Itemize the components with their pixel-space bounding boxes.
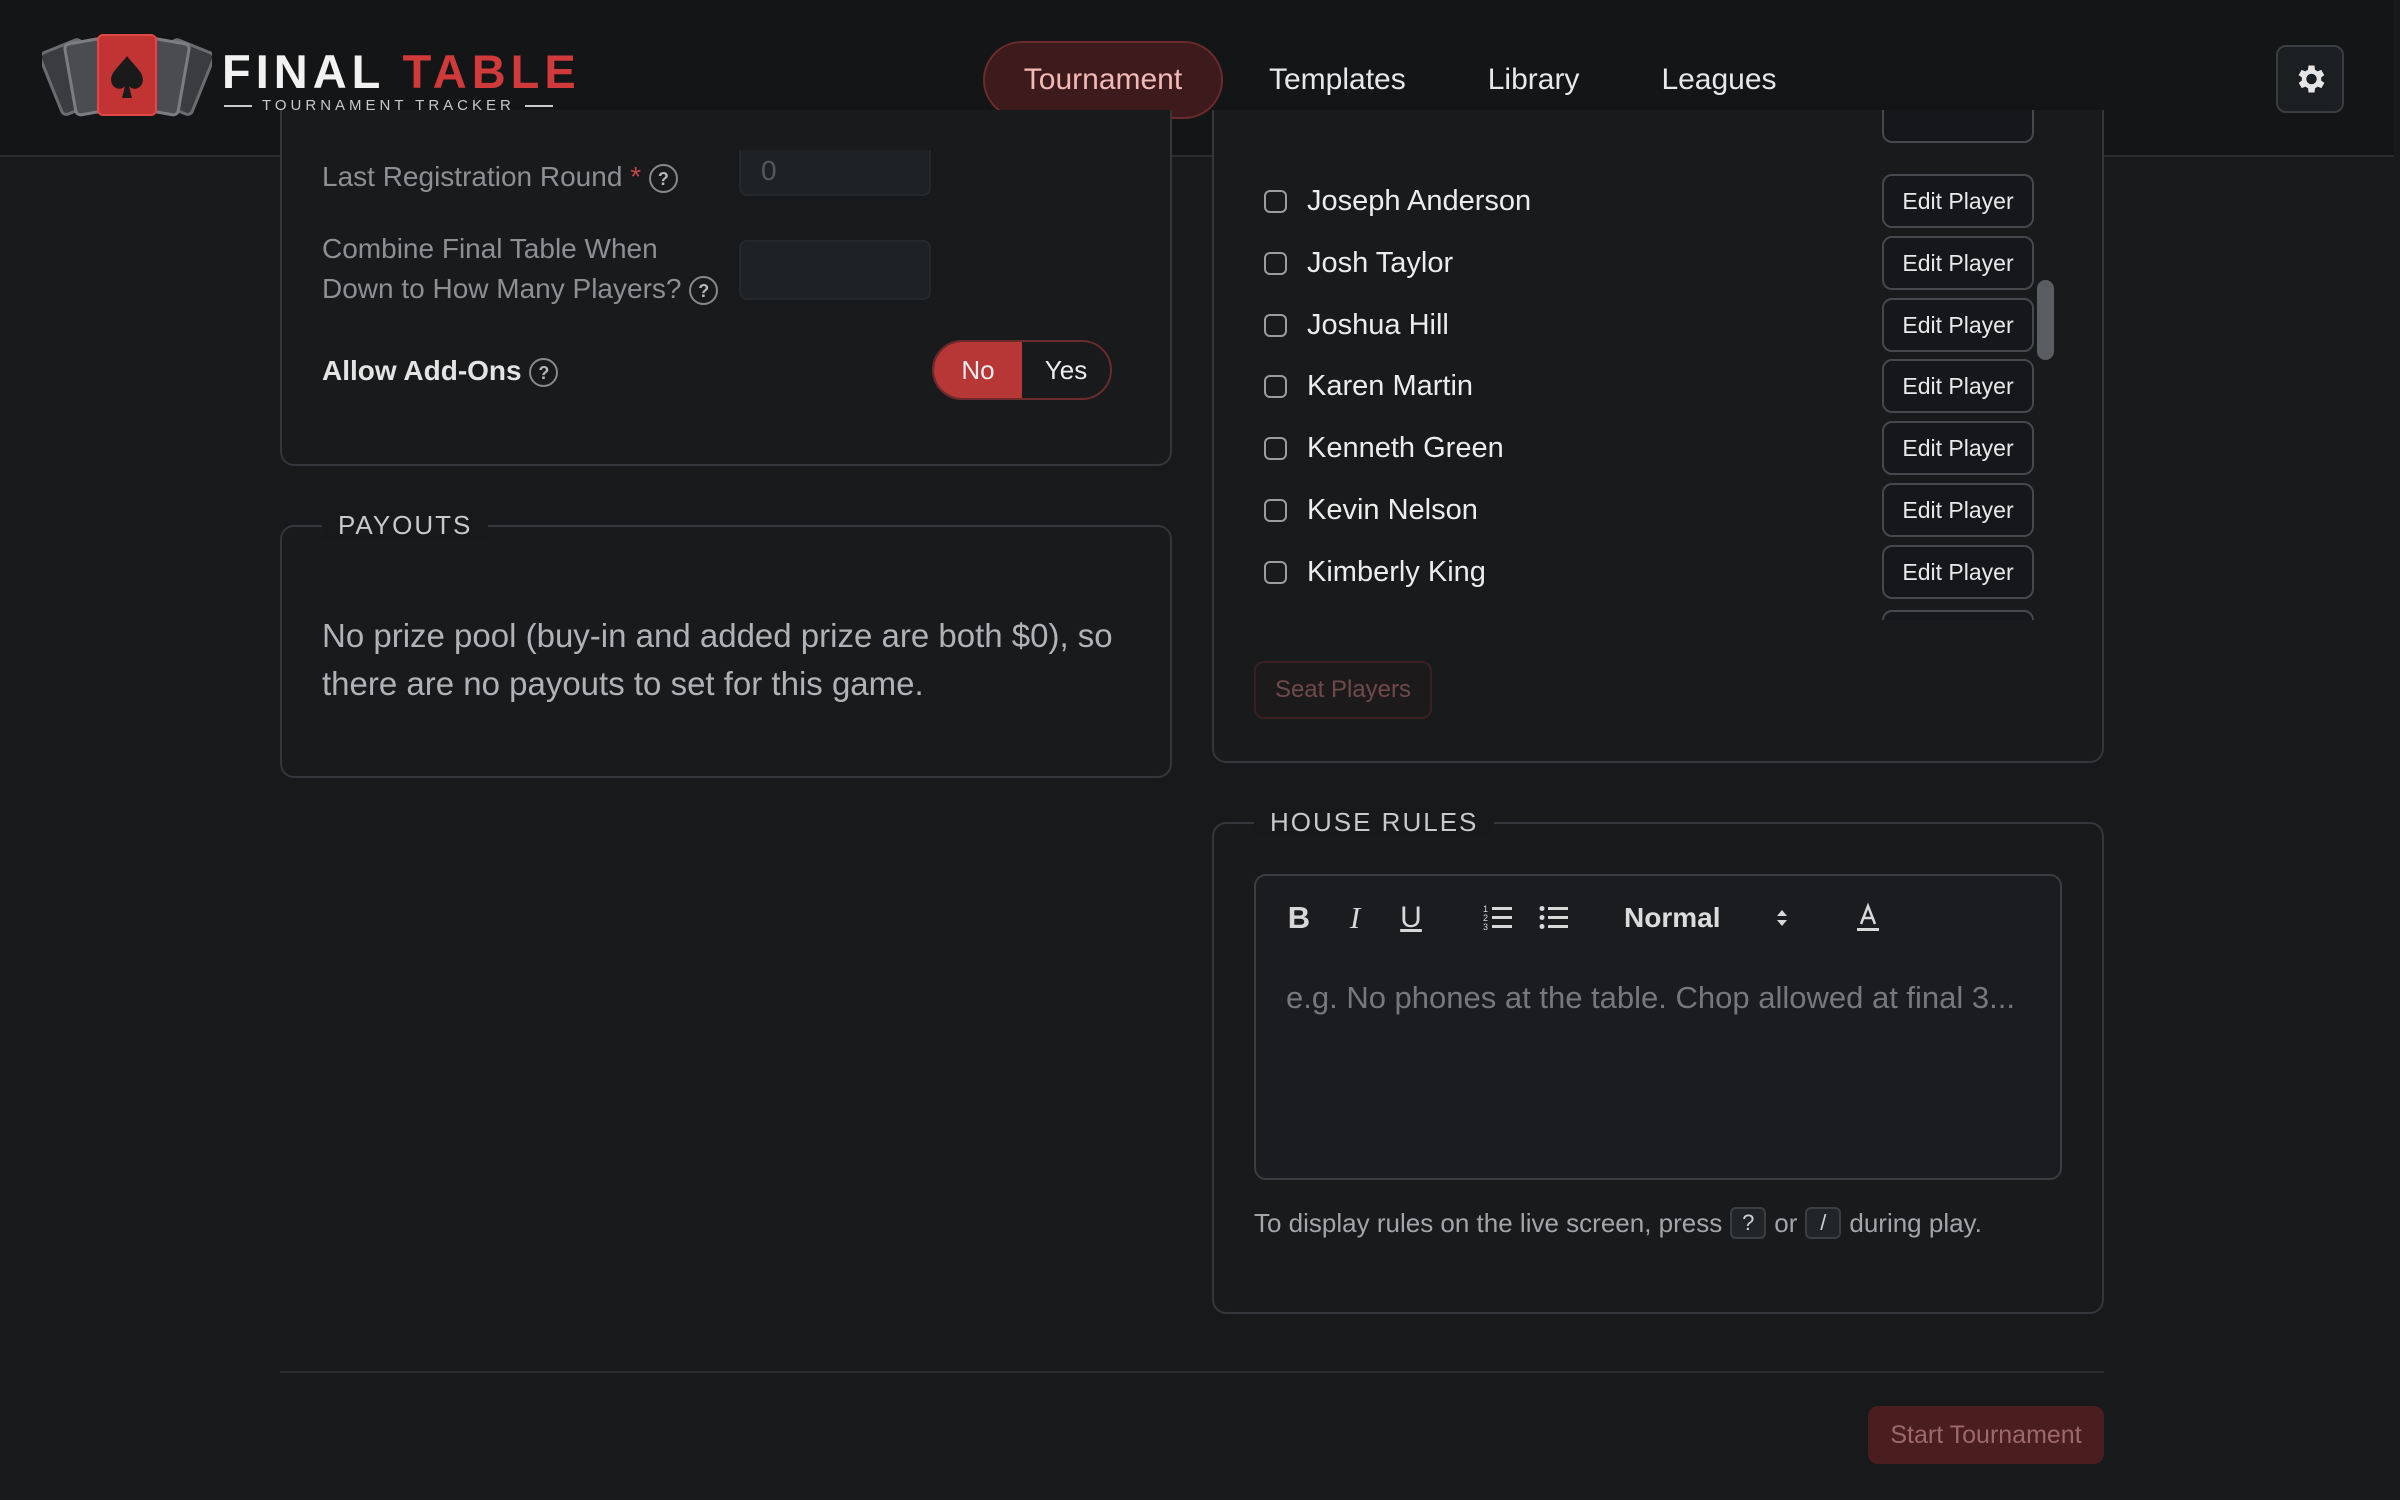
player-checkbox[interactable] — [1264, 498, 1287, 522]
edit-player-button[interactable]: Edit Player — [1882, 483, 2034, 537]
last-registration-label-text: Last Registration Round — [322, 161, 623, 192]
edit-player-button[interactable]: Edit Player — [1882, 359, 2034, 413]
combine-final-table-input[interactable] — [739, 240, 931, 300]
logo-subtitle-rule-left — [224, 104, 252, 107]
player-name: Joseph Anderson — [1307, 184, 1532, 217]
logo-title: FINAL TABLE — [222, 48, 581, 95]
bold-button[interactable]: B — [1284, 896, 1314, 940]
allow-addons-label-text: Allow Add-Ons — [322, 355, 522, 386]
required-marker: * — [630, 161, 642, 192]
payouts-panel: PAYOUTS No prize pool (buy-in and added … — [280, 510, 1172, 778]
player-checkbox[interactable] — [1264, 436, 1287, 460]
help-icon[interactable]: ? — [689, 276, 719, 306]
start-tournament-button[interactable]: Start Tournament — [1868, 1406, 2104, 1464]
footer-divider — [280, 1371, 2104, 1373]
logo-title-table: TABLE — [402, 45, 581, 98]
edit-player-button[interactable]: Edit Player — [1882, 174, 2034, 228]
player-name: Josh Taylor — [1307, 246, 1454, 279]
rules-hint-before: To display rules on the live screen, pre… — [1254, 1207, 1723, 1238]
player-list[interactable]: Joseph Anderson Edit Player Josh Taylor … — [1254, 110, 2034, 620]
payouts-message: No prize pool (buy-in and added prize ar… — [322, 617, 1113, 702]
settings-button[interactable] — [2276, 45, 2344, 113]
player-row[interactable]: Kenneth Green Edit Player — [1254, 417, 2034, 479]
player-row[interactable]: Karen Martin Edit Player — [1254, 355, 2034, 417]
addons-yes-option[interactable]: Yes — [1022, 342, 1110, 398]
player-name: Karen Martin — [1307, 369, 1474, 402]
rules-hint-or: or — [1774, 1207, 1798, 1238]
player-name: Kimberly King — [1307, 555, 1486, 588]
bullet-list-button[interactable] — [1536, 896, 1572, 940]
house-rules-legend: HOUSE RULES — [1254, 807, 1495, 838]
logo-title-final: FINAL — [222, 45, 385, 98]
allow-addons-label: Allow Add-Ons ? — [322, 351, 559, 391]
svg-text:3: 3 — [1483, 922, 1488, 932]
combine-final-table-label: Combine Final Table When Down to How Man… — [322, 229, 719, 309]
player-list-scroll-thumb[interactable] — [2037, 280, 2054, 360]
player-checkbox[interactable] — [1264, 189, 1287, 213]
main-nav: Tournament Templates Library Leagues — [983, 41, 1823, 119]
help-icon[interactable]: ? — [648, 164, 678, 194]
rules-hint-after: during play. — [1849, 1207, 1982, 1238]
house-rules-editor[interactable]: B I U 1 2 3 Normal e.g. No phones at the… — [1254, 874, 2062, 1180]
house-rules-placeholder: e.g. No phones at the table. Chop allowe… — [1286, 980, 2015, 1015]
italic-button[interactable]: I — [1340, 896, 1370, 940]
combine-label-line2-wrap: Down to How Many Players? ? — [322, 269, 719, 309]
house-rules-panel: HOUSE RULES B I U 1 2 3 Normal e.g. No p… — [1212, 807, 2104, 1314]
players-panel: Joseph Anderson Edit Player Josh Taylor … — [1212, 110, 2104, 763]
nav-tournament[interactable]: Tournament — [983, 41, 1223, 119]
combine-label-line2: Down to How Many Players? — [322, 273, 682, 304]
ordered-list-icon: 1 2 3 — [1483, 904, 1512, 932]
nav-templates[interactable]: Templates — [1233, 41, 1442, 119]
combine-label-line1: Combine Final Table When — [322, 233, 658, 264]
bullet-list-icon — [1539, 906, 1568, 929]
text-size-value: Normal — [1624, 902, 1721, 933]
addons-no-option[interactable]: No — [934, 342, 1022, 398]
player-row-partial-bottom — [1254, 606, 2034, 620]
player-name: Kevin Nelson — [1307, 493, 1478, 526]
player-row[interactable]: Josh Taylor Edit Player — [1254, 232, 2034, 294]
allow-addons-toggle[interactable]: No Yes — [932, 340, 1112, 400]
last-registration-label: Last Registration Round * ? — [322, 157, 678, 197]
kbd-slash: / — [1805, 1207, 1842, 1239]
edit-player-button[interactable]: Edit Player — [1882, 421, 2034, 475]
player-row[interactable]: Joseph Anderson Edit Player — [1254, 170, 2034, 232]
player-name: Kenneth Green — [1307, 431, 1504, 464]
edit-player-button[interactable]: Edit Player — [1882, 298, 2034, 352]
player-checkbox[interactable] — [1264, 374, 1287, 398]
payouts-legend: PAYOUTS — [322, 510, 489, 541]
rules-hint: To display rules on the live screen, pre… — [1254, 1207, 1982, 1239]
player-row[interactable]: Kevin Nelson Edit Player — [1254, 479, 2034, 541]
gear-icon — [2298, 65, 2325, 93]
text-size-select[interactable]: Normal — [1624, 896, 1804, 940]
player-row[interactable]: Kimberly King Edit Player — [1254, 541, 2034, 603]
player-checkbox[interactable] — [1264, 313, 1287, 337]
player-row[interactable]: Joshua Hill Edit Player — [1254, 294, 2034, 356]
text-color-button[interactable] — [1850, 896, 1886, 940]
nav-leagues[interactable]: Leagues — [1625, 41, 1812, 119]
editor-toolbar: B I U 1 2 3 Normal — [1256, 876, 2060, 960]
ordered-list-button[interactable]: 1 2 3 — [1480, 896, 1516, 940]
logo-subtitle-rule-right — [524, 104, 553, 107]
edit-player-button[interactable] — [1882, 110, 2034, 143]
edit-player-button[interactable]: Edit Player — [1882, 236, 2034, 290]
logo-cards-icon — [42, 34, 212, 117]
last-registration-input[interactable]: 0 — [739, 150, 931, 196]
player-list-scrollbar[interactable] — [2034, 110, 2052, 620]
player-checkbox[interactable] — [1264, 251, 1287, 275]
help-icon[interactable]: ? — [529, 358, 559, 388]
text-color-icon — [1857, 902, 1879, 931]
edit-player-button[interactable]: Edit Player — [1882, 545, 2034, 599]
underline-button[interactable]: U — [1396, 896, 1426, 940]
player-name: Joshua Hill — [1307, 308, 1449, 341]
player-checkbox[interactable] — [1264, 560, 1287, 584]
kbd-question: ? — [1730, 1207, 1767, 1239]
seat-players-button[interactable]: Seat Players — [1254, 661, 1432, 719]
tournament-settings-panel: Last Registration Round * ? 0 Combine Fi… — [280, 110, 1172, 466]
select-arrows-icon — [1777, 910, 1788, 926]
nav-library[interactable]: Library — [1452, 41, 1616, 119]
player-row-partial-top — [1254, 110, 2034, 147]
edit-player-button[interactable] — [1882, 610, 2034, 620]
